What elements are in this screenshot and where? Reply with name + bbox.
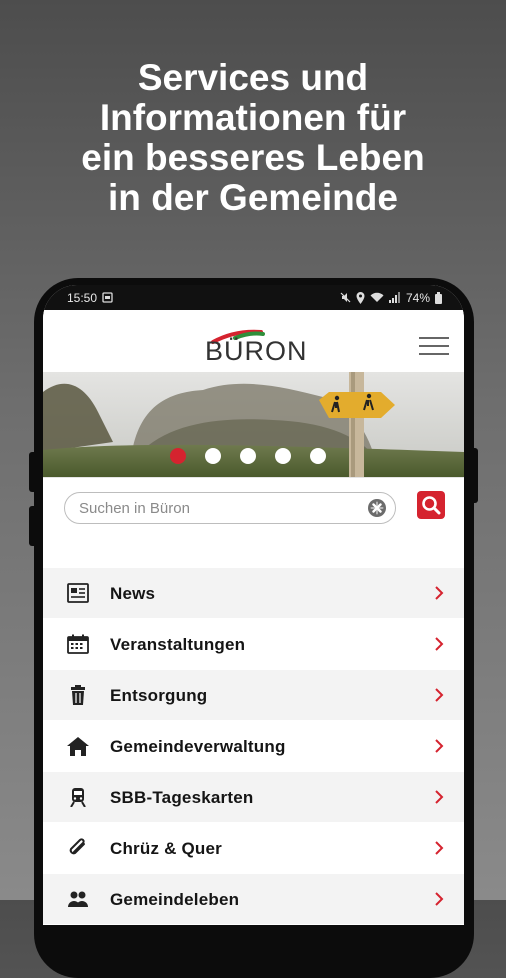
clear-icon[interactable] <box>367 498 387 518</box>
chevron-right-icon <box>435 688 444 702</box>
phone-screen: 15:50 74% BÜRON Suchen in Büron News Ver… <box>43 285 464 925</box>
trash-icon <box>71 685 85 705</box>
home-icon <box>67 737 89 756</box>
menu-button[interactable] <box>419 337 449 357</box>
search-input[interactable] <box>77 498 371 518</box>
signal-icon <box>388 292 400 303</box>
menu-item[interactable]: Gemeindeleben <box>43 874 464 924</box>
newspaper-icon <box>67 583 89 603</box>
status-bar: 15:50 74% <box>43 285 464 310</box>
train-icon <box>70 788 86 807</box>
promo-title: Services und Informationen für ein besse… <box>81 57 425 218</box>
chevron-right-icon <box>435 841 444 855</box>
screenshot-notification-icon <box>102 292 113 303</box>
phone-volume-button <box>29 452 37 492</box>
hero-carousel[interactable] <box>43 372 464 477</box>
app-header: BÜRON <box>43 310 464 372</box>
menu-item-label: Chrüz & Quer <box>110 839 222 858</box>
search-box <box>64 492 396 524</box>
menu-item[interactable]: Chrüz & Quer <box>43 823 464 873</box>
menu-item[interactable]: Gemeindeverwaltung <box>43 721 464 771</box>
people-icon <box>68 891 88 907</box>
location-icon <box>356 291 365 304</box>
paperclip-icon <box>69 838 85 855</box>
hamburger-icon <box>419 345 449 347</box>
menu-item-label: News <box>110 584 156 603</box>
phone-side-button <box>29 506 37 546</box>
search-icon <box>422 496 441 515</box>
menu-item-label: Veranstaltungen <box>110 635 246 654</box>
logo-text: BÜRON <box>205 336 308 366</box>
logo[interactable]: BÜRON <box>205 329 315 370</box>
search-button[interactable] <box>417 491 445 519</box>
battery-icon <box>435 291 442 304</box>
wifi-icon <box>370 292 384 302</box>
search-row <box>43 477 464 568</box>
menu-item-label: Gemeindeverwaltung <box>110 737 286 756</box>
calendar-icon <box>67 634 89 654</box>
carousel-dot[interactable] <box>310 448 326 464</box>
carousel-dot[interactable] <box>275 448 291 464</box>
menu-item-label: SBB-Tageskarten <box>110 788 254 807</box>
carousel-dots <box>43 448 464 466</box>
chevron-right-icon <box>435 892 444 906</box>
menu-item[interactable]: News <box>43 568 464 618</box>
status-time: 15:50 <box>67 290 98 305</box>
carousel-dot[interactable] <box>170 448 186 464</box>
carousel-dot[interactable] <box>240 448 256 464</box>
battery-percent: 74% <box>405 290 430 305</box>
phone-power-button <box>470 448 478 503</box>
mute-icon <box>340 292 351 303</box>
carousel-dot[interactable] <box>205 448 221 464</box>
chevron-right-icon <box>435 637 444 651</box>
menu-item[interactable]: Entsorgung <box>43 670 464 720</box>
main-menu: News Veranstaltungen Entsorgung Gemeindever… <box>43 568 464 924</box>
chevron-right-icon <box>435 790 444 804</box>
chevron-right-icon <box>435 586 444 600</box>
chevron-right-icon <box>435 739 444 753</box>
menu-item[interactable]: Veranstaltungen <box>43 619 464 669</box>
hamburger-icon <box>419 337 449 339</box>
menu-item-label: Entsorgung <box>110 686 208 705</box>
menu-item-label: Gemeindeleben <box>110 890 240 909</box>
hamburger-icon <box>419 353 449 355</box>
menu-item[interactable]: SBB-Tageskarten <box>43 772 464 822</box>
